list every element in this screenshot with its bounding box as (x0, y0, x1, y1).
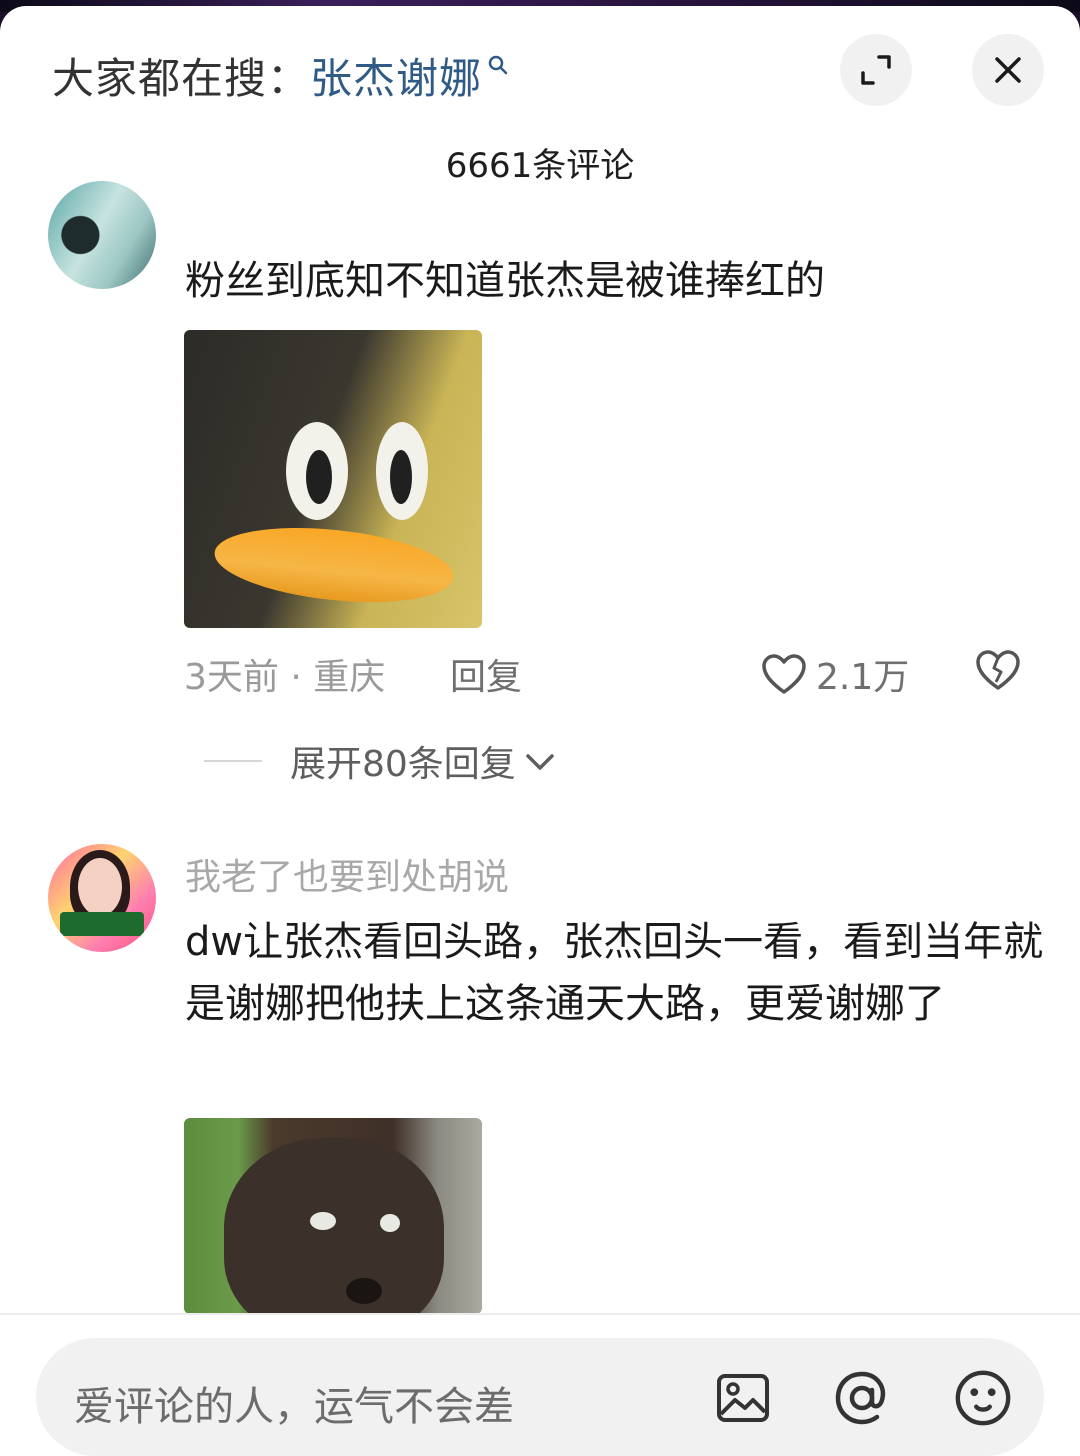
at-icon (835, 1371, 886, 1425)
expand-button[interactable] (840, 34, 912, 106)
comment-text: 粉丝到底知不知道张杰是被谁捧红的 (185, 258, 825, 304)
image-icon (717, 1374, 769, 1422)
emoji-button[interactable] (953, 1368, 1013, 1428)
reply-button[interactable]: 回复 (450, 646, 522, 702)
like-count: 2.1万 (816, 657, 910, 698)
image-button[interactable] (713, 1368, 773, 1428)
avatar[interactable] (48, 181, 156, 289)
avatar[interactable] (48, 844, 156, 952)
trending-search-bar[interactable]: 大家都在搜： 张杰谢娜 (52, 42, 510, 108)
mention-button[interactable] (832, 1368, 892, 1428)
heart-icon (762, 654, 806, 694)
comment-sticker-image[interactable] (184, 330, 482, 628)
like-button[interactable]: 2.1万 (760, 646, 909, 702)
expand-icon (861, 55, 891, 85)
trending-search-prefix: 大家都在搜： (52, 53, 311, 103)
trending-search-term[interactable]: 张杰谢娜 (310, 45, 482, 106)
expand-replies-label: 展开80条回复 (290, 744, 516, 785)
divider-line (204, 760, 262, 762)
comments-panel: 大家都在搜： 张杰谢娜 6661条评论 粉丝到底知不知道张杰是被谁捧红的 3天前… (0, 6, 1080, 1456)
comment-input-placeholder[interactable]: 爱评论的人，运气不会差 (74, 1374, 514, 1432)
close-icon (995, 57, 1021, 83)
comment-text: dw让张杰看回头路，张杰回头一看，看到当年就是谢娜把他扶上这条通天大路，更爱谢娜… (185, 919, 1044, 1027)
comment-sticker-image[interactable] (184, 1118, 482, 1314)
search-icon (488, 55, 508, 75)
comment-time-location: 3天前 · 重庆 (184, 657, 386, 698)
input-divider (0, 1313, 1080, 1315)
expand-replies-button[interactable]: 展开80条回复 (204, 733, 558, 789)
comment-count: 6661条评论 (445, 146, 635, 186)
close-button[interactable] (972, 34, 1044, 106)
chevron-down-icon (526, 754, 554, 770)
emoji-icon (955, 1370, 1011, 1426)
broken-heart-icon (976, 650, 1020, 690)
comment-username[interactable]: 我老了也要到处胡说 (185, 848, 509, 900)
dislike-button[interactable] (974, 646, 1022, 698)
